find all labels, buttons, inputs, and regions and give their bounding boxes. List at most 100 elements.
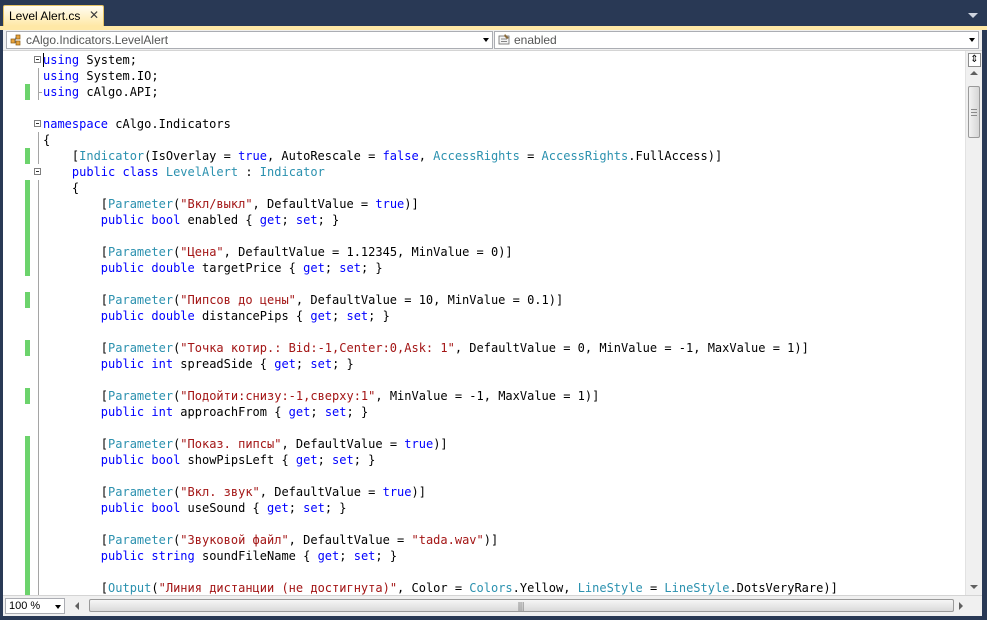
code-line[interactable]: [Parameter("Вкл/выкл", DefaultValue = tr… (3, 196, 965, 212)
outline-rail (38, 132, 39, 148)
code-line-text: [Output("Линия дистанции (не достигнута)… (43, 581, 838, 595)
outline-rail (38, 292, 39, 308)
code-line-text: public class LevelAlert : Indicator (71, 165, 325, 179)
change-marker (25, 564, 30, 580)
chevron-down-icon (483, 38, 489, 42)
code-line[interactable]: [Indicator(IsOverlay = true, AutoRescale… (3, 148, 965, 164)
tab-overflow-dropdown-icon[interactable] (968, 13, 978, 18)
scroll-up-arrow-icon[interactable] (970, 71, 978, 75)
code-line[interactable]: public class LevelAlert : Indicator (3, 164, 965, 180)
text-caret (43, 53, 44, 67)
code-line[interactable]: [Parameter("Вкл. звук", DefaultValue = t… (3, 484, 965, 500)
outline-rail (38, 436, 39, 452)
code-line[interactable]: namespace cAlgo.Indicators (3, 116, 965, 132)
outline-rail (38, 148, 39, 164)
code-line[interactable] (3, 516, 965, 532)
code-line[interactable]: public int approachFrom { get; set; } (3, 404, 965, 420)
code-line[interactable] (3, 372, 965, 388)
code-line[interactable]: using cAlgo.API; (3, 84, 965, 100)
code-line[interactable] (3, 100, 965, 116)
outline-rail (38, 212, 39, 228)
collapse-outline-icon[interactable] (34, 168, 41, 175)
change-marker (25, 436, 30, 452)
splitter-icon[interactable]: ⇕ (968, 53, 981, 67)
code-line[interactable]: { (3, 180, 965, 196)
class-icon (10, 34, 21, 46)
outline-rail (38, 500, 39, 516)
code-line[interactable]: public bool showPipsLeft { get; set; } (3, 452, 965, 468)
code-line-text: [Parameter("Подойти:снизу:-1,сверху:1", … (43, 389, 600, 403)
code-line-text: [Parameter("Пипсов до цены", DefaultValu… (43, 293, 564, 307)
members-dropdown[interactable]: enabled (494, 31, 979, 49)
code-line-text: public double targetPrice { get; set; } (100, 261, 383, 275)
close-icon[interactable]: ✕ (89, 8, 99, 22)
code-line-text: public bool showPipsLeft { get; set; } (100, 453, 376, 467)
horizontal-scrollbar[interactable]: ||| (69, 598, 965, 614)
code-line[interactable]: public double targetPrice { get; set; } (3, 260, 965, 276)
change-marker (25, 260, 30, 276)
change-marker (25, 580, 30, 595)
code-line[interactable]: [Parameter("Точка котир.: Bid:-1,Center:… (3, 340, 965, 356)
outline-rail (38, 372, 39, 388)
change-marker (25, 84, 30, 100)
code-line-text: public double distancePips { get; set; } (100, 309, 390, 323)
scroll-down-arrow-icon[interactable] (970, 585, 978, 589)
code-line[interactable]: { (3, 132, 965, 148)
code-line[interactable]: using System; (3, 52, 965, 68)
vertical-scroll-thumb[interactable] (968, 86, 980, 138)
code-line[interactable] (3, 468, 965, 484)
zoom-dropdown[interactable]: 100 % (5, 598, 65, 614)
code-line[interactable] (3, 420, 965, 436)
code-line-text: [Parameter("Цена", DefaultValue = 1.1234… (43, 245, 513, 259)
outline-rail (38, 532, 39, 548)
change-marker (25, 388, 30, 404)
code-line-text: using System; (43, 53, 137, 67)
code-line[interactable]: [Parameter("Подойти:снизу:-1,сверху:1", … (3, 388, 965, 404)
code-line-text: public int approachFrom { get; set; } (100, 405, 369, 419)
code-line[interactable]: public bool enabled { get; set; } (3, 212, 965, 228)
collapse-outline-icon[interactable] (34, 120, 41, 127)
code-line[interactable]: [Parameter("Показ. пипсы", DefaultValue … (3, 436, 965, 452)
code-line-text: { (43, 181, 80, 195)
change-marker (25, 292, 30, 308)
code-line[interactable] (3, 228, 965, 244)
code-line[interactable]: public bool useSound { get; set; } (3, 500, 965, 516)
change-marker (25, 196, 30, 212)
code-line[interactable]: public string soundFileName { get; set; … (3, 548, 965, 564)
collapse-outline-icon[interactable] (34, 56, 41, 63)
code-line[interactable]: public int spreadSide { get; set; } (3, 356, 965, 372)
code-line-text: public bool enabled { get; set; } (100, 213, 340, 227)
code-line[interactable] (3, 324, 965, 340)
code-line[interactable] (3, 276, 965, 292)
code-text-area[interactable]: using System; using System.IO; using cAlgo… (3, 51, 965, 595)
outline-rail (38, 180, 39, 196)
code-line[interactable]: using System.IO; (3, 68, 965, 84)
code-line-text: using cAlgo.API; (43, 85, 159, 99)
change-marker (25, 532, 30, 548)
types-dropdown[interactable]: cAlgo.Indicators.LevelAlert (6, 31, 493, 49)
code-line[interactable]: [Parameter("Цена", DefaultValue = 1.1234… (3, 244, 965, 260)
change-marker (25, 548, 30, 564)
code-editor: cAlgo.Indicators.LevelAlert enabled usin… (3, 30, 982, 616)
scroll-right-arrow-icon[interactable] (959, 602, 963, 610)
code-line[interactable] (3, 564, 965, 580)
chevron-down-icon (969, 38, 975, 42)
vertical-scrollbar[interactable]: ⇕ (965, 51, 982, 595)
zoom-value: 100 % (9, 600, 41, 612)
scroll-left-arrow-icon[interactable] (75, 602, 79, 610)
navigation-bar: cAlgo.Indicators.LevelAlert enabled (3, 30, 982, 51)
code-line[interactable]: [Parameter("Звуковой файл", DefaultValue… (3, 532, 965, 548)
outline-rail (38, 340, 39, 356)
code-line[interactable]: public double distancePips { get; set; } (3, 308, 965, 324)
code-line-text: namespace cAlgo.Indicators (43, 117, 231, 131)
chevron-down-icon (55, 605, 61, 609)
outline-rail (38, 548, 39, 564)
code-line-text: public string soundFileName { get; set; … (100, 549, 398, 563)
members-dropdown-value: enabled (514, 33, 557, 47)
code-line[interactable]: [Parameter("Пипсов до цены", DefaultValu… (3, 292, 965, 308)
horizontal-scroll-thumb[interactable]: ||| (89, 599, 954, 612)
code-line-text: [Parameter("Вкл/выкл", DefaultValue = tr… (43, 197, 419, 211)
document-tab[interactable]: Level Alert.cs ✕ (3, 5, 104, 26)
code-line[interactable]: [Output("Линия дистанции (не достигнута)… (3, 580, 965, 595)
types-dropdown-value: cAlgo.Indicators.LevelAlert (26, 33, 169, 47)
